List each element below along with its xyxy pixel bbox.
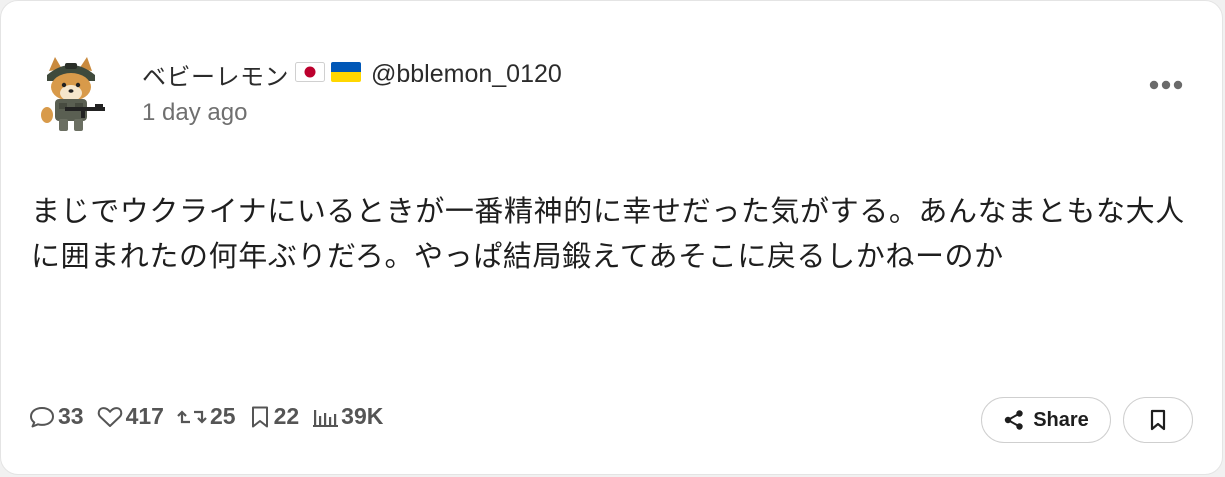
bar-chart-icon <box>313 409 339 427</box>
bookmark-icon <box>251 406 268 427</box>
reply-stat[interactable]: 33 <box>28 403 84 430</box>
more-options-icon[interactable] <box>1148 77 1184 93</box>
bookmark-count: 22 <box>273 403 300 429</box>
bookmark-stat[interactable]: 22 <box>248 403 300 430</box>
bookmark-button[interactable] <box>1123 397 1193 443</box>
like-stat[interactable]: 417 <box>96 403 164 430</box>
engagement-stats: 33 417 25 22 39K <box>28 403 395 430</box>
author-row: ベビーレモン @bblemon_0120 <box>142 57 562 92</box>
bookmark-icon <box>1150 409 1166 431</box>
post-text: まじでウクライナにいるときが一番精神的に幸せだった気がする。あんなまともな大人に… <box>31 194 1185 273</box>
avatar[interactable] <box>35 53 107 135</box>
share-button[interactable]: Share <box>981 397 1111 443</box>
japan-flag-icon <box>295 60 325 89</box>
share-label: Share <box>1033 408 1089 431</box>
like-count: 417 <box>125 403 164 429</box>
views-stat[interactable]: 39K <box>311 403 383 430</box>
author-handle[interactable]: @bblemon_0120 <box>371 60 562 89</box>
repost-stat[interactable]: 25 <box>176 403 236 430</box>
reply-count: 33 <box>58 403 84 429</box>
author-display-name[interactable]: ベビーレモン <box>142 57 289 92</box>
post-card: ベビーレモン @bblemon_0120 1 day ago まじでウクライナに… <box>0 0 1223 475</box>
views-count: 39K <box>341 403 384 429</box>
reply-icon <box>30 406 54 427</box>
share-icon <box>1005 410 1023 430</box>
heart-icon <box>97 406 122 427</box>
repost-icon <box>177 409 207 424</box>
repost-count: 25 <box>209 403 236 429</box>
post-timestamp[interactable]: 1 day ago <box>142 99 247 127</box>
ukraine-flag-icon <box>331 60 361 89</box>
